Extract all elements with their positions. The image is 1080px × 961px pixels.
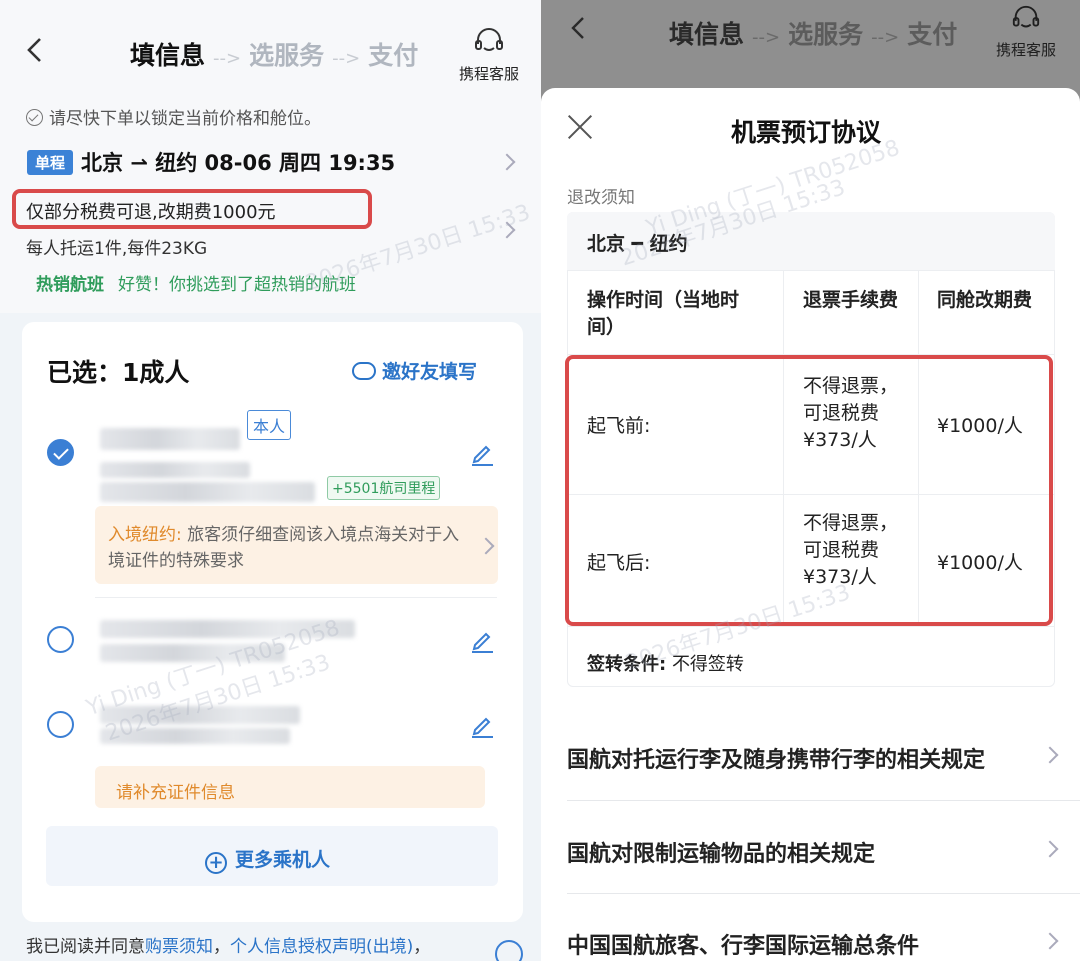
step-fill-info: 填信息: [669, 20, 745, 49]
redacted-name: [100, 706, 300, 724]
step-pay: 支付: [368, 41, 419, 70]
headset-icon: [475, 28, 503, 51]
booking-form-screen: 填信息 --> 选服务 --> 支付 携程客服 请尽快下单以锁定当前价格和舱位。 单程北…: [0, 0, 541, 961]
step-select-service: 选服务: [788, 20, 864, 49]
step-arrow: -->: [213, 48, 242, 69]
redacted-id: [100, 482, 315, 502]
endorsement-label: 签转条件:: [587, 654, 667, 675]
headset-icon: [1012, 5, 1040, 28]
step-select-service: 选服务: [249, 41, 325, 70]
step-arrow: -->: [332, 48, 361, 69]
price-lock-tip: 请尽快下单以锁定当前价格和舱位。: [26, 104, 321, 129]
hot-flight-label: 热销航班: [36, 275, 104, 295]
back-arrow-icon[interactable]: [24, 36, 46, 64]
redacted-id: [100, 462, 250, 478]
step-indicator: 填信息 --> 选服务 --> 支付: [130, 36, 418, 72]
agreement-radio[interactable]: [495, 940, 523, 961]
baggage-note: 每人托运1件,每件23KG: [26, 239, 208, 259]
refund-change-section-label: 退改须知: [567, 188, 635, 208]
redacted-id: [100, 644, 285, 662]
privacy-statement-link[interactable]: 个人信息授权声明(出境): [230, 937, 413, 957]
passenger-select-radio[interactable]: [47, 439, 74, 466]
edit-pencil-icon[interactable]: [469, 627, 495, 653]
invite-friend-label: 邀好友填写: [382, 361, 478, 383]
divider: [567, 800, 1080, 801]
selected-passenger-count: 已选：1成人: [47, 358, 190, 387]
step-pay: 支付: [907, 20, 958, 49]
sheet-title: 机票预订协议: [731, 118, 882, 147]
passenger-select-radio[interactable]: [47, 626, 74, 653]
endorsement-condition: 签转条件: 不得签转: [587, 650, 744, 676]
highlight-box: [565, 355, 1053, 626]
rule-link-baggage[interactable]: 国航对托运行李及随身携带行李的相关规定: [567, 742, 985, 774]
column-header: 退票手续费: [803, 289, 899, 311]
self-tag: 本人: [247, 410, 292, 440]
price-lock-tip-text: 请尽快下单以锁定当前价格和舱位。: [49, 109, 321, 129]
check-circle-icon: [26, 109, 43, 126]
agreement-text: 我已阅读并同意购票须知，个人信息授权声明(出境)，: [26, 932, 430, 957]
miles-tag: +5501航司里程: [327, 476, 441, 500]
hot-flight-text: 好赞！你挑选到了超热销的航班: [118, 275, 356, 295]
step-indicator: 填信息 --> 选服务 --> 支付: [669, 15, 957, 51]
back-arrow-icon[interactable]: [569, 16, 587, 40]
agreement-suffix: ，: [413, 937, 431, 957]
agreement-prefix: 我已阅读并同意: [26, 937, 145, 957]
ticket-notice-link[interactable]: 购票须知: [145, 937, 213, 957]
wechat-icon: [352, 362, 376, 380]
edit-pencil-icon[interactable]: [469, 440, 495, 466]
customer-service-button[interactable]: 携程客服: [993, 4, 1059, 60]
more-passengers-label[interactable]: + 更多乘机人: [205, 845, 330, 874]
divider: [567, 893, 1080, 894]
edit-pencil-icon[interactable]: [469, 712, 495, 738]
column-header: 操作时间（当地时间）: [587, 289, 740, 338]
flight-route-text: 北京 ⇀ 纽约 08-06 周四 19:35: [81, 151, 396, 175]
redacted-name: [100, 428, 240, 450]
step-arrow: -->: [871, 27, 900, 48]
more-passengers-text: 更多乘机人: [235, 849, 331, 871]
rule-link-general-conditions[interactable]: 中国国航旅客、行李国际运输总条件: [567, 928, 919, 960]
rule-link-restricted-items[interactable]: 国航对限制运输物品的相关规定: [567, 836, 875, 868]
id-info-warning-text: 请补充证件信息: [116, 783, 235, 803]
table-divider: [567, 626, 1055, 627]
customer-service-label: 携程客服: [995, 41, 1056, 59]
table-route: 北京 ━ 纽约: [587, 233, 688, 255]
entry-requirement-text: 入境纽约: 旅客须仔细查阅该入境点海关对于入境证件的特殊要求: [108, 522, 468, 574]
passenger-select-radio[interactable]: [47, 711, 74, 738]
column-header: 同舱改期费: [937, 289, 1033, 311]
entry-label: 入境纽约:: [108, 525, 182, 545]
redacted-name: [100, 620, 355, 638]
invite-friend-button[interactable]: 邀好友填写: [352, 357, 477, 384]
agreement-separator: ，: [213, 937, 230, 957]
highlight-box: [12, 189, 372, 229]
table-divider: [567, 270, 1055, 271]
endorsement-value: 不得签转: [671, 654, 744, 675]
trip-type-badge: 单程: [27, 150, 74, 175]
close-icon[interactable]: [566, 113, 594, 141]
step-arrow: -->: [752, 27, 781, 48]
flight-route[interactable]: 单程 北京 ⇀ 纽约 08-06 周四 19:35: [27, 147, 395, 177]
add-circle-icon: +: [205, 852, 227, 874]
divider: [95, 597, 497, 598]
step-fill-info: 填信息: [130, 41, 206, 70]
customer-service-label: 携程客服: [458, 65, 519, 83]
hot-flight-banner: 热销航班 好赞！你挑选到了超热销的航班: [36, 270, 356, 295]
redacted-id: [100, 728, 290, 744]
customer-service-button[interactable]: 携程客服: [456, 26, 522, 84]
